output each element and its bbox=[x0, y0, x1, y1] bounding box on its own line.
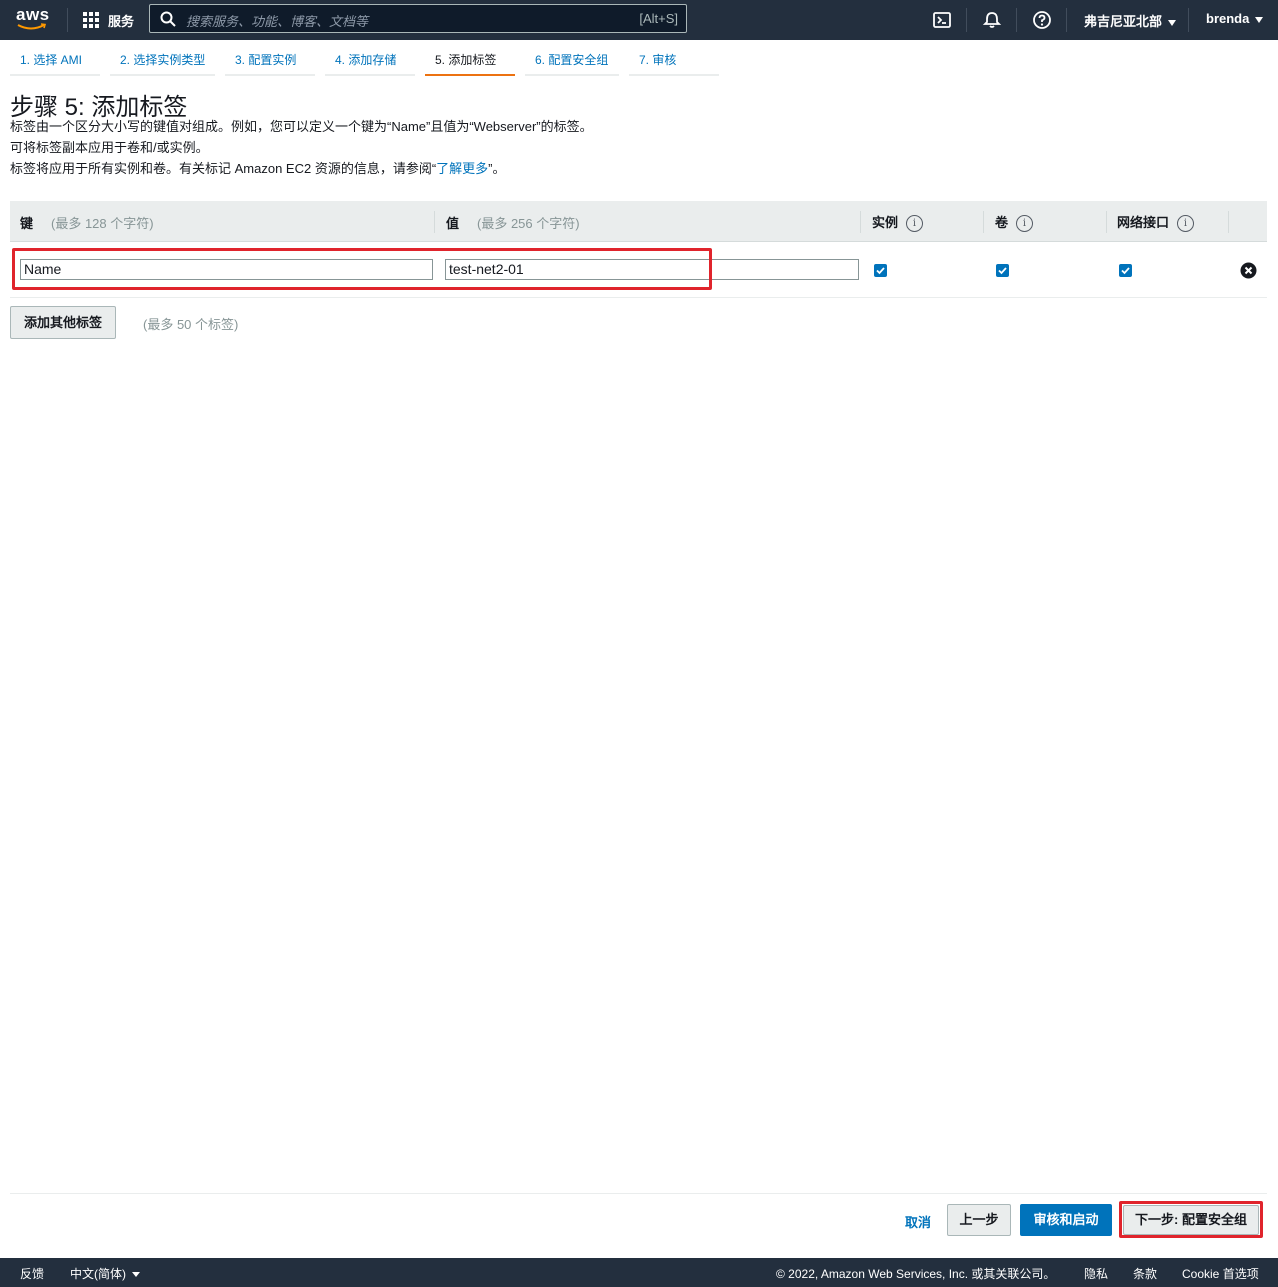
volume-checkbox[interactable] bbox=[996, 264, 1009, 277]
services-menu[interactable]: 服务 bbox=[83, 10, 134, 30]
help-icon[interactable] bbox=[1032, 10, 1052, 30]
add-tag-button[interactable]: 添加其他标签 bbox=[10, 306, 116, 339]
column-divider bbox=[983, 211, 984, 233]
column-key-label: 键 bbox=[20, 216, 34, 231]
aws-logo-text: aws bbox=[16, 5, 50, 24]
description-text: 标签将应用于所有实例和卷。有关标记 Amazon EC2 资源的信息，请参阅“ bbox=[10, 161, 437, 176]
footer: 反馈 中文(简体) © 2022, Amazon Web Services, I… bbox=[0, 1258, 1278, 1287]
annotation-highlight bbox=[1119, 1201, 1263, 1238]
cloudshell-icon[interactable] bbox=[932, 10, 952, 30]
step-add-storage[interactable]: 4. 添加存储 bbox=[325, 50, 415, 76]
page-description: 可将标签副本应用于卷和/或实例。 bbox=[10, 140, 209, 155]
cookie-preferences-link[interactable]: Cookie 首选项 bbox=[1182, 1265, 1259, 1282]
feedback-link[interactable]: 反馈 bbox=[20, 1265, 44, 1282]
copyright-text: © 2022, Amazon Web Services, Inc. 或其关联公司… bbox=[776, 1267, 1056, 1281]
top-navigation: aws 服务 搜索服务、功能、博客、文档等 [Alt+S] 弗吉尼亚北部 bre… bbox=[0, 0, 1278, 40]
step-choose-ami[interactable]: 1. 选择 AMI bbox=[10, 50, 100, 76]
column-divider bbox=[1228, 211, 1229, 233]
nav-divider bbox=[1016, 8, 1017, 32]
step-review[interactable]: 7. 审核 bbox=[629, 50, 719, 76]
column-divider bbox=[860, 211, 861, 233]
review-and-launch-button[interactable]: 审核和启动 bbox=[1020, 1204, 1112, 1236]
column-divider bbox=[1106, 211, 1107, 233]
divider bbox=[10, 1193, 1267, 1194]
previous-button[interactable]: 上一步 bbox=[947, 1204, 1011, 1236]
cancel-link[interactable]: 取消 bbox=[905, 1212, 931, 1231]
tags-table-header: 键 (最多 128 个字符) 值 (最多 256 个字符) 实例 i 卷i 网络接口 i bbox=[10, 201, 1267, 242]
column-header-key: 键 (最多 128 个字符) bbox=[20, 213, 154, 232]
info-icon[interactable]: i bbox=[906, 215, 924, 233]
column-header-network-interface: 网络接口 i bbox=[1117, 212, 1195, 233]
page-description: 标签将应用于所有实例和卷。有关标记 Amazon EC2 资源的信息，请参阅“了… bbox=[10, 161, 506, 177]
instance-checkbox[interactable] bbox=[874, 264, 887, 277]
bell-icon[interactable] bbox=[982, 10, 1002, 30]
annotation-highlight bbox=[12, 248, 712, 290]
aws-smile-icon bbox=[17, 23, 47, 30]
column-volume-label: 卷 bbox=[995, 215, 1009, 230]
add-tag-hint: (最多 50 个标签) bbox=[143, 317, 239, 332]
remove-tag-icon[interactable] bbox=[1240, 262, 1257, 279]
search-shortcut: [Alt+S] bbox=[639, 11, 678, 26]
nav-divider bbox=[966, 8, 967, 32]
nav-divider bbox=[1188, 8, 1189, 32]
aws-logo[interactable]: aws bbox=[16, 6, 52, 34]
nav-divider bbox=[67, 8, 68, 32]
region-selector[interactable]: 弗吉尼亚北部 bbox=[1084, 11, 1177, 30]
page-title: 步骤 5: 添加标签 bbox=[10, 94, 188, 121]
chevron-down-icon bbox=[1168, 19, 1177, 26]
step-configure-instance[interactable]: 3. 配置实例 bbox=[225, 50, 315, 76]
check-icon bbox=[1121, 267, 1130, 275]
description-text: ”。 bbox=[488, 161, 506, 176]
column-eni-label: 网络接口 bbox=[1117, 215, 1170, 230]
search-icon bbox=[160, 11, 176, 27]
step-add-tags[interactable]: 5. 添加标签 bbox=[425, 50, 515, 76]
check-icon bbox=[876, 267, 885, 275]
column-header-instance: 实例 i bbox=[872, 212, 924, 233]
chevron-down-icon bbox=[1255, 16, 1264, 23]
column-header-volume: 卷i bbox=[995, 212, 1034, 233]
search-placeholder: 搜索服务、功能、博客、文档等 bbox=[186, 14, 369, 29]
account-menu[interactable]: brenda bbox=[1206, 11, 1264, 26]
step-choose-instance-type[interactable]: 2. 选择实例类型 bbox=[110, 50, 215, 76]
chevron-down-icon bbox=[132, 1272, 140, 1278]
region-label: 弗吉尼亚北部 bbox=[1084, 14, 1163, 29]
search-input[interactable]: 搜索服务、功能、博客、文档等 [Alt+S] bbox=[149, 4, 687, 33]
network-interface-checkbox[interactable] bbox=[1119, 264, 1132, 277]
column-header-value: 值 (最多 256 个字符) bbox=[446, 213, 580, 232]
language-label: 中文(简体) bbox=[70, 1267, 126, 1281]
column-key-hint: (最多 128 个字符) bbox=[51, 216, 154, 231]
step-configure-security-group[interactable]: 6. 配置安全组 bbox=[525, 50, 619, 76]
privacy-link[interactable]: 隐私 bbox=[1084, 1265, 1108, 1282]
user-label: brenda bbox=[1206, 11, 1250, 26]
info-icon[interactable]: i bbox=[1016, 215, 1034, 233]
column-instance-label: 实例 bbox=[872, 215, 899, 230]
info-icon[interactable]: i bbox=[1177, 215, 1195, 233]
learn-more-link[interactable]: 了解更多 bbox=[436, 161, 488, 176]
nav-divider bbox=[1066, 8, 1067, 32]
check-icon bbox=[998, 267, 1007, 275]
language-selector[interactable]: 中文(简体) bbox=[70, 1265, 140, 1282]
terms-link[interactable]: 条款 bbox=[1133, 1265, 1157, 1282]
page-description: 标签由一个区分大小写的键值对组成。例如，您可以定义一个键为“Name”且值为“W… bbox=[10, 119, 593, 134]
column-value-label: 值 bbox=[446, 216, 460, 231]
column-value-hint: (最多 256 个字符) bbox=[477, 216, 580, 231]
grid-icon bbox=[83, 11, 100, 29]
column-divider bbox=[434, 211, 435, 233]
services-label: 服务 bbox=[108, 13, 135, 29]
